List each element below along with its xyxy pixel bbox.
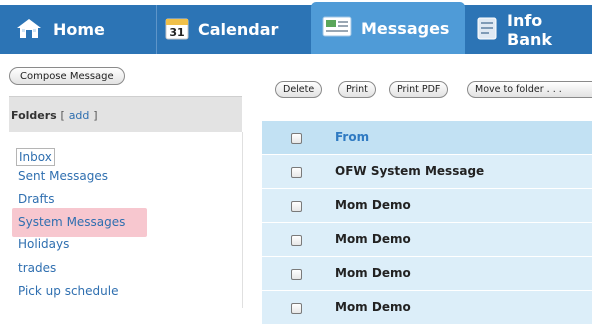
row-checkbox[interactable] bbox=[291, 268, 302, 280]
row-from: OFW System Message bbox=[335, 164, 485, 178]
compose-message-button[interactable]: Compose Message bbox=[9, 67, 125, 85]
folder-inbox[interactable]: Inbox bbox=[16, 148, 55, 166]
messages-icon bbox=[322, 15, 352, 41]
folder-sent-messages[interactable]: Sent Messages bbox=[18, 168, 108, 184]
print-button[interactable]: Print bbox=[338, 81, 376, 98]
row-from: Mom Demo bbox=[335, 266, 411, 280]
main-navigation: Home 31 Calendar Messages Info Bank bbox=[0, 0, 592, 54]
folders-title: Folders [ add ] bbox=[11, 109, 98, 122]
print-pdf-button[interactable]: Print PDF bbox=[389, 81, 449, 98]
folders-title-text: Folders bbox=[11, 109, 57, 122]
tab-messages[interactable]: Messages bbox=[311, 2, 465, 54]
row-from: Mom Demo bbox=[335, 198, 411, 212]
row-checkbox[interactable] bbox=[291, 200, 302, 212]
home-icon bbox=[14, 17, 44, 43]
row-checkbox[interactable] bbox=[291, 302, 302, 314]
tab-home[interactable]: Home bbox=[14, 5, 105, 54]
table-row[interactable]: Mom Demo bbox=[262, 189, 592, 223]
folder-drafts[interactable]: Drafts bbox=[18, 191, 55, 207]
folder-trades[interactable]: trades bbox=[18, 260, 56, 276]
delete-button[interactable]: Delete bbox=[275, 81, 323, 98]
add-folder-link[interactable]: add bbox=[69, 109, 90, 122]
row-from: Mom Demo bbox=[335, 300, 411, 314]
tab-calendar[interactable]: 31 Calendar bbox=[165, 5, 278, 54]
tab-info-bank[interactable]: Info Bank bbox=[476, 5, 592, 54]
calendar-icon-day: 31 bbox=[169, 26, 184, 39]
nav-separator bbox=[156, 5, 157, 54]
select-all-checkbox[interactable] bbox=[291, 132, 302, 144]
table-row[interactable]: OFW System Message bbox=[262, 155, 592, 189]
folder-system-messages[interactable]: System Messages bbox=[18, 214, 125, 230]
folder-pick-up-schedule[interactable]: Pick up schedule bbox=[18, 283, 118, 299]
move-to-folder-select[interactable]: Move to folder . . . bbox=[467, 81, 592, 98]
row-from: Mom Demo bbox=[335, 232, 411, 246]
table-row[interactable]: Mom Demo bbox=[262, 223, 592, 257]
row-checkbox[interactable] bbox=[291, 234, 302, 246]
tab-info-bank-label: Info Bank bbox=[507, 10, 553, 49]
tab-calendar-label: Calendar bbox=[198, 20, 279, 39]
info-bank-icon bbox=[476, 16, 498, 44]
row-checkbox[interactable] bbox=[291, 166, 302, 178]
folders-bracket-open: [ bbox=[60, 109, 65, 122]
folders-bracket-close: ] bbox=[93, 109, 98, 122]
folder-holidays[interactable]: Holidays bbox=[18, 236, 69, 252]
calendar-icon: 31 bbox=[165, 16, 189, 44]
tab-messages-label: Messages bbox=[361, 18, 450, 38]
table-row[interactable]: Mom Demo bbox=[262, 291, 592, 325]
table-header-row: From bbox=[262, 121, 592, 155]
column-header-from[interactable]: From bbox=[335, 121, 369, 154]
tab-home-label: Home bbox=[53, 20, 105, 39]
folders-header: Folders [ add ] bbox=[9, 96, 242, 133]
table-row[interactable]: Mom Demo bbox=[262, 257, 592, 291]
